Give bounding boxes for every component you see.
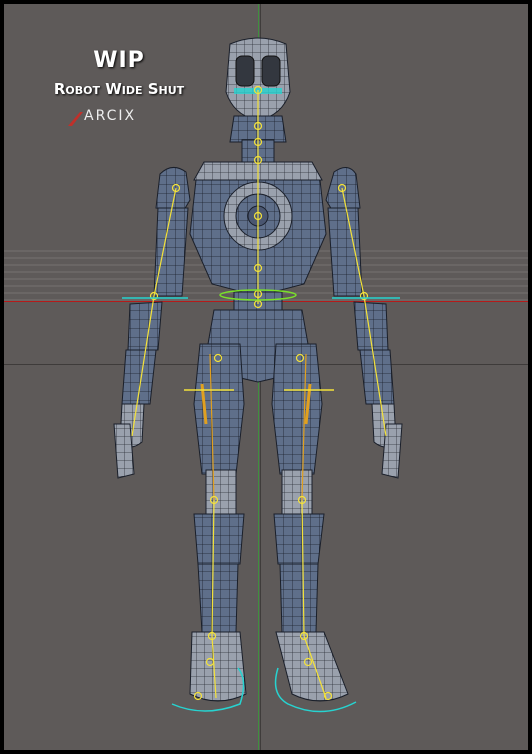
robot-right-arm[interactable]	[325, 167, 403, 479]
viewport-frame: WIP Robot Wide Shut ARCIX	[0, 0, 532, 754]
robot-model[interactable]	[4, 4, 528, 750]
robot-left-leg[interactable]	[189, 343, 247, 702]
robot-left-arm[interactable]	[113, 167, 191, 479]
3d-viewport[interactable]: WIP Robot Wide Shut ARCIX	[4, 4, 528, 750]
